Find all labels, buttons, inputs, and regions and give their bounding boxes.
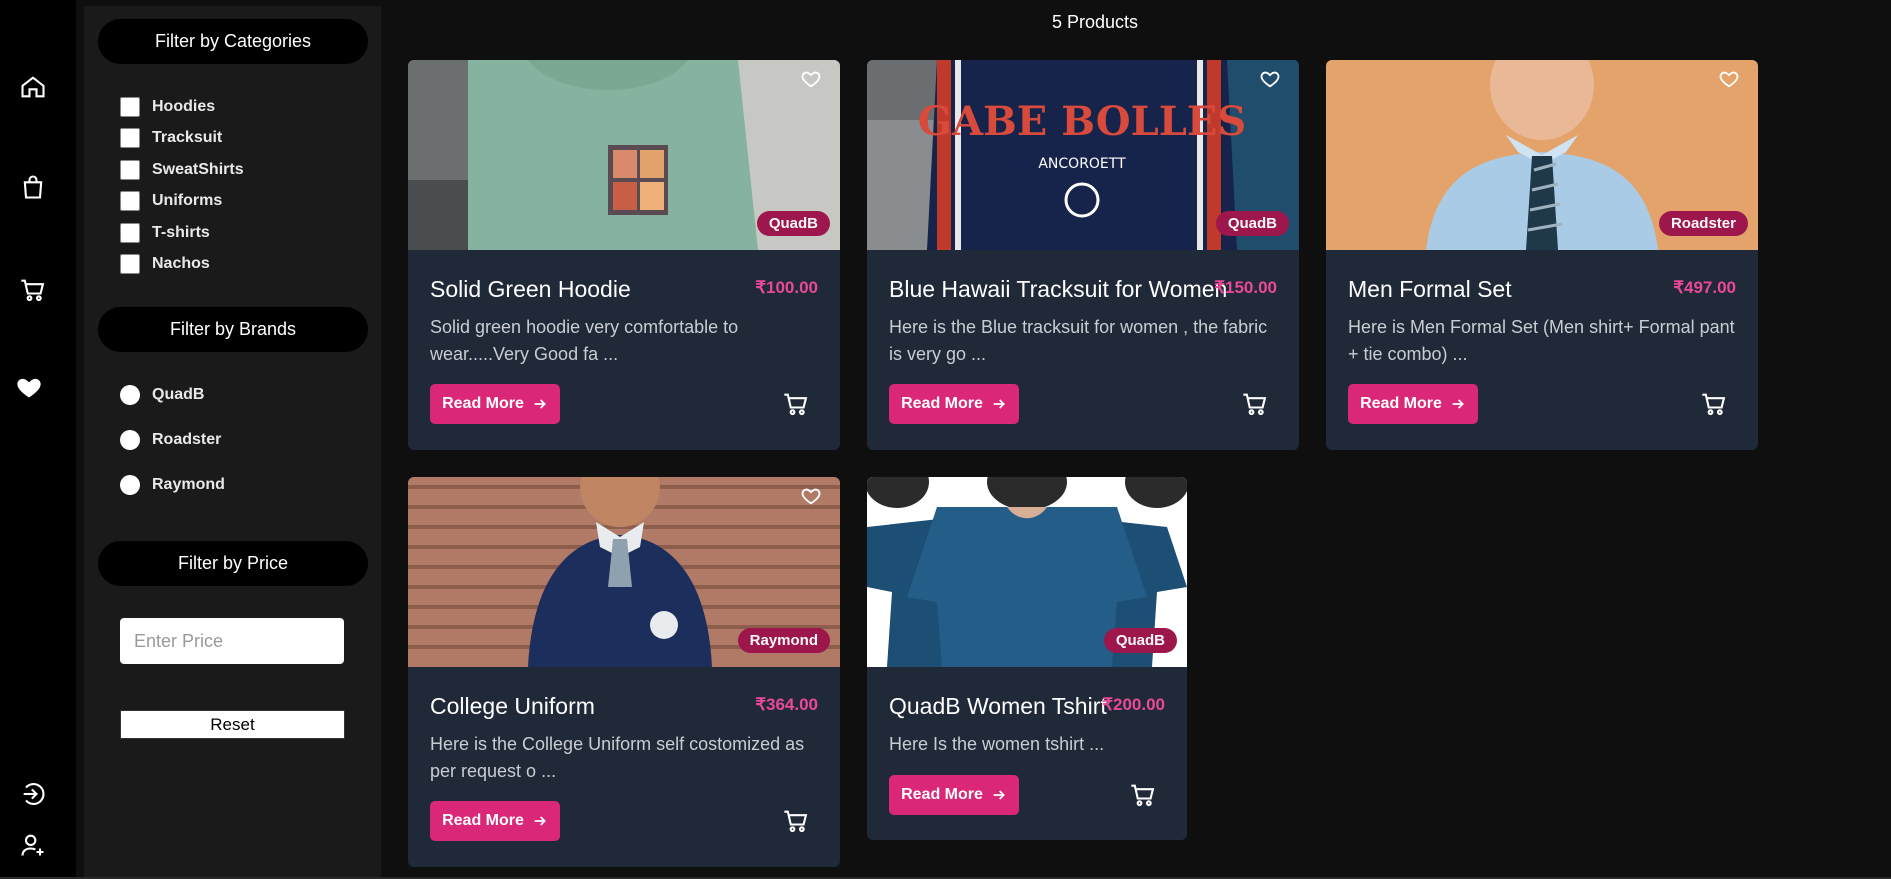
brand-badge: QuadB <box>756 211 830 236</box>
product-price: ₹150.00 <box>1214 278 1277 297</box>
read-more-button[interactable]: Read More <box>889 384 1019 424</box>
checkbox[interactable] <box>120 223 140 243</box>
wishlist-heart-icon[interactable] <box>1718 68 1740 90</box>
filter-sidebar: Filter by Categories Hoodies Tracksuit S… <box>84 6 381 879</box>
checkbox[interactable] <box>120 160 140 180</box>
product-description: Solid green hoodie very comfortable to w… <box>430 317 739 364</box>
wishlist-heart-icon[interactable] <box>1259 68 1281 90</box>
product-price: ₹200.00 <box>1102 695 1165 714</box>
category-label: Hoodies <box>152 98 216 115</box>
category-label: Uniforms <box>152 192 223 209</box>
price-input[interactable] <box>120 618 344 664</box>
brand-badge: QuadB <box>1103 628 1177 653</box>
product-title: College Uniform <box>430 693 595 719</box>
brand-label: QuadB <box>152 386 205 403</box>
brand-badge: Roadster <box>1658 211 1748 236</box>
add-user-icon[interactable] <box>16 828 50 862</box>
product-title: Solid Green Hoodie <box>430 276 631 302</box>
arrow-right-icon <box>534 816 546 826</box>
home-icon[interactable] <box>16 70 50 104</box>
product-card[interactable]: Raymond College Uniform ₹364.00 Here is … <box>408 477 840 867</box>
category-label: SweatShirts <box>152 161 244 178</box>
product-description: Here Is the women tshirt ... <box>889 734 1105 754</box>
read-more-button[interactable]: Read More <box>1348 384 1478 424</box>
brand-option-raymond[interactable]: Raymond <box>120 473 225 497</box>
product-card[interactable]: Roadster Men Formal Set ₹497.00 Here is … <box>1326 60 1758 450</box>
read-more-label: Read More <box>442 395 524 412</box>
product-description: Here is the College Uniform self costomi… <box>430 734 805 781</box>
brand-badge: QuadB <box>1215 211 1289 236</box>
add-to-cart-icon[interactable] <box>1129 781 1157 809</box>
products-count: 5 Products <box>1051 12 1139 32</box>
add-to-cart-icon[interactable] <box>782 807 810 835</box>
reset-button[interactable]: Reset <box>120 710 345 739</box>
wishlist-heart-icon[interactable] <box>800 485 822 507</box>
category-option-hoodies[interactable]: Hoodies <box>120 95 215 119</box>
add-to-cart-icon[interactable] <box>1700 390 1728 418</box>
product-card[interactable]: GABE BOLLES ANCOROETT QuadB Blue Hawaii … <box>867 60 1299 450</box>
product-description: Here is Men Formal Set (Men shirt+ Forma… <box>1348 317 1735 364</box>
category-label: Nachos <box>152 255 210 272</box>
checkbox[interactable] <box>120 128 140 148</box>
add-to-cart-icon[interactable] <box>1241 390 1269 418</box>
product-description: Here is the Blue tracksuit for women , t… <box>889 317 1268 364</box>
read-more-button[interactable]: Read More <box>889 775 1019 815</box>
product-title: QuadB Women Tshirt <box>889 693 1107 719</box>
product-price: ₹364.00 <box>755 695 818 714</box>
icon-rail <box>0 0 76 879</box>
radio-button[interactable] <box>120 430 140 450</box>
read-more-label: Read More <box>901 395 983 412</box>
categories-filter-title: Filter by Categories <box>98 19 368 64</box>
read-more-label: Read More <box>442 812 524 829</box>
brand-option-quadb[interactable]: QuadB <box>120 383 204 407</box>
category-option-sweatshirts[interactable]: SweatShirts <box>120 158 244 182</box>
product-card[interactable]: QuadB QuadB Women Tshirt ₹200.00 Here Is… <box>867 477 1187 840</box>
category-option-tracksuit[interactable]: Tracksuit <box>120 126 222 150</box>
radio-button[interactable] <box>120 475 140 495</box>
category-option-nachos[interactable]: Nachos <box>120 252 210 276</box>
product-price: ₹100.00 <box>755 278 818 297</box>
price-filter-title: Filter by Price <box>98 541 368 586</box>
brands-filter-title: Filter by Brands <box>98 307 368 352</box>
wishlist-heart-icon[interactable] <box>800 68 822 90</box>
category-label: T-shirts <box>152 224 210 241</box>
product-title: Blue Hawaii Tracksuit for Women <box>889 276 1228 302</box>
brand-label: Raymond <box>152 476 225 493</box>
category-option-uniforms[interactable]: Uniforms <box>120 189 222 213</box>
brand-badge: Raymond <box>737 628 830 653</box>
read-more-button[interactable]: Read More <box>430 384 560 424</box>
category-label: Tracksuit <box>152 129 223 146</box>
checkbox[interactable] <box>120 191 140 211</box>
brand-option-roadster[interactable]: Roadster <box>120 428 221 452</box>
read-more-button[interactable]: Read More <box>430 801 560 841</box>
product-price: ₹497.00 <box>1673 278 1736 297</box>
arrow-right-icon <box>993 790 1005 800</box>
read-more-label: Read More <box>1360 395 1442 412</box>
add-to-cart-icon[interactable] <box>782 390 810 418</box>
arrow-right-icon <box>534 399 546 409</box>
category-option-tshirts[interactable]: T-shirts <box>120 221 210 245</box>
product-card[interactable]: QuadB Solid Green Hoodie ₹100.00 Solid g… <box>408 60 840 450</box>
radio-button[interactable] <box>120 385 140 405</box>
svg-text:GABE BOLLES: GABE BOLLES <box>918 98 1246 145</box>
brand-label: Roadster <box>152 431 222 448</box>
shopping-bag-icon[interactable] <box>16 170 50 204</box>
login-icon[interactable] <box>16 777 50 811</box>
product-title: Men Formal Set <box>1348 276 1512 302</box>
cart-icon[interactable] <box>16 273 50 307</box>
heart-icon[interactable] <box>12 370 46 404</box>
checkbox[interactable] <box>120 254 140 274</box>
checkbox[interactable] <box>120 97 140 117</box>
arrow-right-icon <box>993 399 1005 409</box>
read-more-label: Read More <box>901 786 983 803</box>
arrow-right-icon <box>1452 399 1464 409</box>
svg-text:ANCOROETT: ANCOROETT <box>1038 156 1126 172</box>
